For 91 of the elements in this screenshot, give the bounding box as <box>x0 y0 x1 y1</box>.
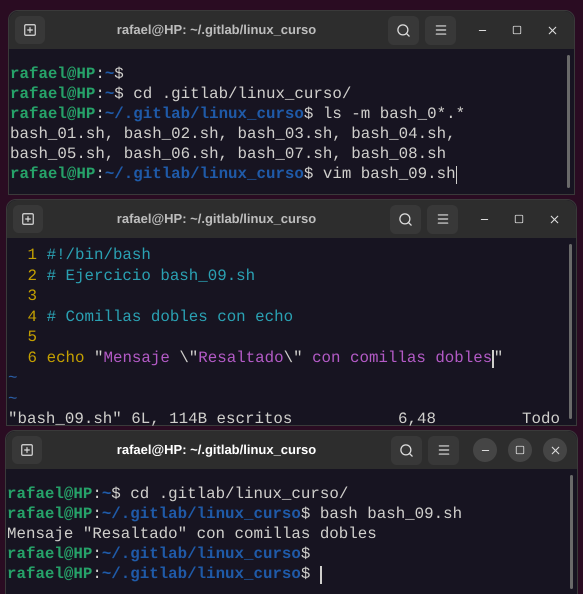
prompt-symbol: $ <box>114 84 124 106</box>
prompt-separator: : <box>92 484 102 506</box>
command-text: ls -m bash_0*.* <box>322 104 466 126</box>
new-tab-button[interactable] <box>13 205 43 233</box>
prompt-separator: : <box>95 84 105 106</box>
window-title: rafael@HP: ~/.gitlab/linux_curso <box>116 21 316 40</box>
prompt-path: ~/.gitlab/linux_curso <box>102 564 301 586</box>
search-icon <box>399 442 414 458</box>
prompt-user: rafael@HP <box>7 544 92 566</box>
code-token: Resaltado <box>198 348 284 369</box>
line-number: 6 <box>26 348 37 369</box>
maximize-icon <box>515 445 525 455</box>
menu-button[interactable] <box>428 436 459 464</box>
prompt-separator: : <box>95 104 105 126</box>
prompt-path: ~/.gitlab/linux_curso <box>102 544 301 566</box>
command-text: cd .gitlab/linux_curso/ <box>132 84 352 106</box>
prompt-separator: : <box>95 164 105 186</box>
new-tab-icon <box>23 23 37 37</box>
menu-icon <box>436 212 450 226</box>
line-number: 3 <box>26 286 37 308</box>
window-title: rafael@HP: ~/.gitlab/linux_curso <box>116 210 316 228</box>
output-text: bash_05.sh, bash_06.sh, bash_07.sh, bash_08.sh <box>10 144 446 166</box>
prompt-path: ~ <box>104 64 114 86</box>
prompt-separator: : <box>95 64 105 86</box>
menu-icon <box>434 23 448 37</box>
prompt-user: rafael@HP <box>7 504 92 526</box>
new-tab-button[interactable] <box>15 16 45 44</box>
prompt-path: ~/.gitlab/linux_curso <box>104 104 304 126</box>
code-token: \" <box>179 348 198 369</box>
scroll-position: Todo <box>522 409 560 430</box>
prompt-symbol: $ <box>300 564 310 586</box>
prompt-separator: : <box>92 564 102 586</box>
menu-icon <box>436 443 450 457</box>
cursor-position: 6,48 <box>398 409 437 430</box>
code-token: echo <box>46 348 85 369</box>
prompt-symbol: $ <box>300 544 310 566</box>
new-tab-button[interactable] <box>12 436 42 464</box>
empty-line-tilde: ~ <box>8 388 18 410</box>
prompt-user: rafael@HP <box>10 84 96 106</box>
output-text: Mensaje "Resaltado" con comillas dobles <box>7 524 377 546</box>
maximize-icon <box>512 25 522 35</box>
close-button[interactable] <box>543 438 567 462</box>
maximize-button[interactable] <box>508 438 532 462</box>
close-icon <box>548 212 560 226</box>
line-number: 4 <box>26 306 37 328</box>
code-token: " <box>92 348 104 369</box>
prompt-symbol: $ <box>300 504 310 526</box>
prompt-separator: : <box>92 504 102 526</box>
status-message: "bash_09.sh" 6L, 114B escritos <box>8 409 294 430</box>
code-token: Mensaje <box>103 348 171 369</box>
code-token: " <box>494 348 504 369</box>
prompt-path: ~ <box>102 484 112 506</box>
close-icon <box>548 444 562 456</box>
prompt-user: rafael@HP <box>10 104 96 126</box>
menu-button[interactable] <box>425 16 456 44</box>
new-tab-icon <box>21 212 35 226</box>
search-button[interactable] <box>390 204 421 234</box>
search-button[interactable] <box>391 436 422 464</box>
line-number: 5 <box>26 327 37 348</box>
code-token: # Comillas dobles con echo <box>46 306 294 328</box>
line-number: 2 <box>26 266 37 287</box>
new-tab-icon <box>20 443 34 457</box>
code-token: con comillas dobles <box>312 348 492 369</box>
close-icon <box>546 24 558 36</box>
prompt-path: ~/.gitlab/linux_curso <box>102 504 301 526</box>
code-token: # Ejercicio bash_09.sh <box>46 266 256 287</box>
prompt-user: rafael@HP <box>10 64 96 86</box>
search-icon <box>398 212 413 226</box>
prompt-path: ~/.gitlab/linux_curso <box>104 164 304 186</box>
command-text: bash bash_09.sh <box>318 504 462 526</box>
search-button[interactable] <box>388 16 419 44</box>
window-title: rafael@HP: ~/.gitlab/linux_curso <box>116 441 316 460</box>
code-token: \" <box>284 348 304 369</box>
prompt-user: rafael@HP <box>7 564 92 586</box>
prompt-user: rafael@HP <box>10 164 96 186</box>
menu-button[interactable] <box>427 204 458 234</box>
output-text: bash_01.sh, bash_02.sh, bash_03.sh, bash_04.sh, <box>10 124 456 146</box>
prompt-separator: : <box>92 544 102 566</box>
maximize-icon <box>514 214 524 224</box>
code-token: #!/bin/bash <box>46 245 151 266</box>
empty-line-tilde: ~ <box>8 368 18 390</box>
line-number: 1 <box>26 245 37 266</box>
prompt-symbol: $ <box>304 104 314 126</box>
prompt-user: rafael@HP <box>7 484 92 506</box>
command-text: vim bash_09.sh <box>322 164 456 186</box>
prompt-symbol: $ <box>304 164 314 186</box>
prompt-path: ~ <box>104 84 114 106</box>
prompt-symbol: $ <box>114 64 124 86</box>
search-icon <box>396 22 411 38</box>
command-text: cd .gitlab/linux_curso/ <box>129 484 348 506</box>
prompt-symbol: $ <box>111 484 121 506</box>
